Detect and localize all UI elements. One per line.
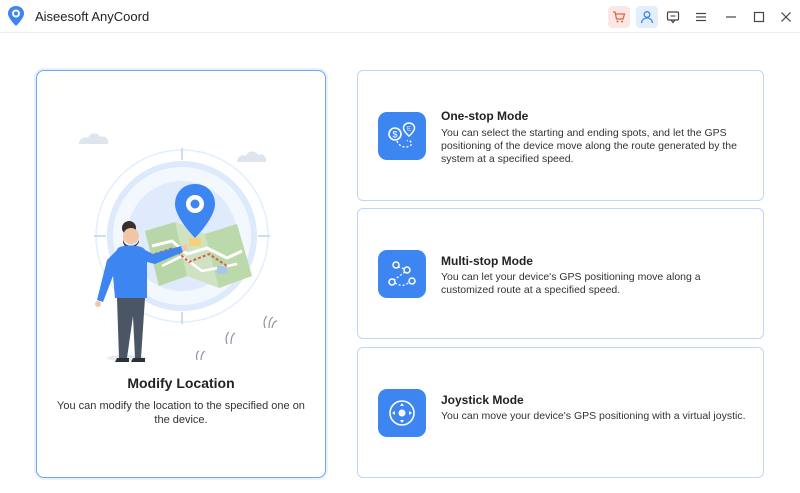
minimize-button[interactable] <box>720 6 742 28</box>
multi-stop-route-icon <box>378 250 426 298</box>
one-stop-mode-title: One-stop Mode <box>441 109 529 123</box>
joystick-mode-description: You can move your device's GPS positioni… <box>441 410 746 422</box>
joystick-mode-card[interactable]: Joystick Mode You can move your device's… <box>357 347 764 478</box>
title-bar: Aiseesoft AnyCoord <box>0 0 800 33</box>
menu-button[interactable] <box>690 6 712 28</box>
cart-icon <box>613 11 626 23</box>
menu-icon <box>696 12 706 22</box>
multi-stop-mode-title: Multi-stop Mode <box>441 254 533 268</box>
multi-stop-mode-card[interactable]: Multi-stop Mode You can let your device'… <box>357 208 764 339</box>
modify-location-card[interactable]: Modify Location You can modify the locat… <box>36 70 326 478</box>
chat-icon <box>666 11 680 24</box>
close-button[interactable] <box>775 6 797 28</box>
modify-location-description: You can modify the location to the speci… <box>57 400 305 426</box>
feedback-button[interactable] <box>662 6 684 28</box>
multi-stop-mode-description: You can let your device's GPS positionin… <box>441 271 701 296</box>
location-pin-icon <box>6 5 26 27</box>
one-stop-mode-description: You can select the starting and ending s… <box>441 127 737 165</box>
svg-text:$: $ <box>392 130 397 140</box>
maximize-button[interactable] <box>748 6 770 28</box>
one-stop-mode-card[interactable]: $ E One-stop Mode You can select the sta… <box>357 70 764 201</box>
user-icon <box>640 11 654 24</box>
joystick-mode-title: Joystick Mode <box>441 393 524 407</box>
user-button[interactable] <box>636 6 658 28</box>
one-stop-route-icon: $ E <box>378 112 426 160</box>
close-icon <box>781 12 791 22</box>
maximize-icon <box>753 11 765 23</box>
app-title: Aiseesoft AnyCoord <box>35 9 150 24</box>
modify-location-illustration <box>77 126 287 366</box>
minimize-icon <box>726 16 736 18</box>
modify-location-title: Modify Location <box>127 375 235 391</box>
svg-text:E: E <box>407 127 411 133</box>
joystick-icon <box>378 389 426 437</box>
cart-button[interactable] <box>608 6 630 28</box>
